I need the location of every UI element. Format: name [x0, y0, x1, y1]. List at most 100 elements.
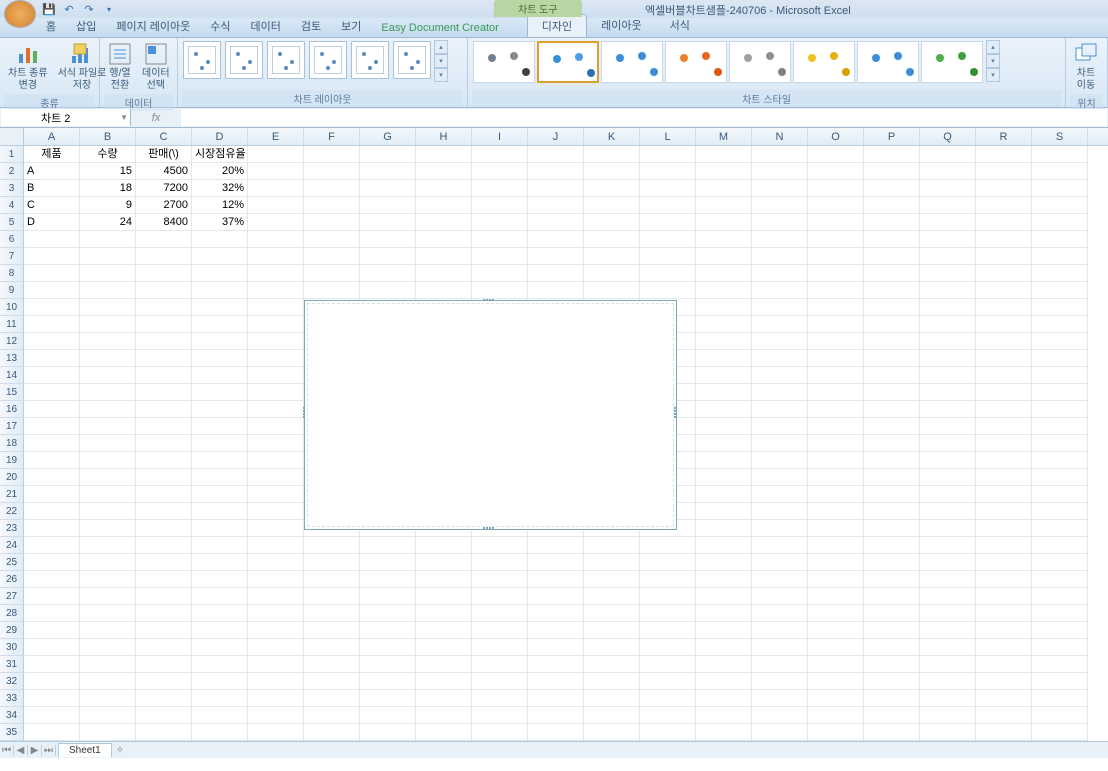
cell[interactable] [864, 622, 920, 639]
cell[interactable] [528, 656, 584, 673]
cell[interactable] [808, 486, 864, 503]
cell[interactable] [976, 554, 1032, 571]
cell[interactable] [304, 163, 360, 180]
cell[interactable] [136, 350, 192, 367]
cell[interactable] [920, 673, 976, 690]
cell[interactable] [1032, 435, 1088, 452]
cell[interactable] [192, 503, 248, 520]
cell[interactable] [752, 503, 808, 520]
cell[interactable] [416, 197, 472, 214]
cell[interactable] [80, 265, 136, 282]
cell[interactable] [304, 673, 360, 690]
cell[interactable] [192, 690, 248, 707]
cell[interactable] [1032, 469, 1088, 486]
cell[interactable] [752, 554, 808, 571]
cell[interactable] [24, 503, 80, 520]
cell[interactable] [80, 724, 136, 741]
cell[interactable] [416, 571, 472, 588]
cell[interactable] [696, 452, 752, 469]
cell[interactable] [416, 639, 472, 656]
cell[interactable] [528, 605, 584, 622]
cell[interactable] [80, 299, 136, 316]
cell[interactable] [1032, 146, 1088, 163]
cell[interactable] [528, 231, 584, 248]
cell[interactable] [360, 588, 416, 605]
cell[interactable] [24, 486, 80, 503]
cell[interactable] [136, 401, 192, 418]
cell[interactable] [136, 673, 192, 690]
cell[interactable]: 수량 [80, 146, 136, 163]
cell[interactable] [528, 554, 584, 571]
cell[interactable] [360, 214, 416, 231]
cell[interactable] [24, 282, 80, 299]
cell[interactable] [864, 469, 920, 486]
cell[interactable] [248, 418, 304, 435]
cell[interactable] [136, 418, 192, 435]
cell[interactable] [584, 639, 640, 656]
cell[interactable] [192, 282, 248, 299]
fx-icon[interactable]: fx [152, 112, 161, 124]
cell[interactable] [864, 554, 920, 571]
cell[interactable] [976, 605, 1032, 622]
cell[interactable] [752, 588, 808, 605]
cell[interactable] [920, 401, 976, 418]
cell[interactable] [696, 350, 752, 367]
cell[interactable] [528, 180, 584, 197]
cell[interactable] [80, 367, 136, 384]
cell[interactable] [304, 180, 360, 197]
cell[interactable] [136, 656, 192, 673]
cell[interactable] [584, 146, 640, 163]
sheet-nav-prev[interactable]: ◀ [14, 745, 28, 756]
cell[interactable] [248, 333, 304, 350]
cell[interactable] [808, 401, 864, 418]
row-header[interactable]: 8 [0, 265, 24, 282]
cell[interactable] [360, 180, 416, 197]
style-scroll-up[interactable]: ▴ [986, 40, 1000, 54]
cell[interactable] [696, 486, 752, 503]
cell[interactable] [416, 656, 472, 673]
row-header[interactable]: 30 [0, 639, 24, 656]
cell[interactable] [752, 333, 808, 350]
cell[interactable] [80, 588, 136, 605]
cell[interactable] [808, 367, 864, 384]
cell[interactable]: D [24, 214, 80, 231]
row-header[interactable]: 15 [0, 384, 24, 401]
cell[interactable] [584, 214, 640, 231]
cell[interactable] [864, 605, 920, 622]
cell[interactable] [24, 656, 80, 673]
cell[interactable] [192, 452, 248, 469]
cell[interactable] [808, 673, 864, 690]
cell[interactable] [752, 571, 808, 588]
layout-scroll-up[interactable]: ▴ [434, 40, 448, 54]
sheet-nav-last[interactable]: ⏭ [42, 745, 56, 756]
chart-style-thumb[interactable] [793, 41, 855, 83]
cell[interactable] [136, 724, 192, 741]
column-header[interactable]: F [304, 128, 360, 145]
cell[interactable] [1032, 384, 1088, 401]
cell[interactable] [136, 622, 192, 639]
cell[interactable] [864, 418, 920, 435]
cell[interactable] [864, 248, 920, 265]
row-header[interactable]: 19 [0, 452, 24, 469]
cell[interactable] [1032, 656, 1088, 673]
cell[interactable] [696, 537, 752, 554]
cell[interactable] [472, 197, 528, 214]
cell[interactable] [304, 248, 360, 265]
column-header[interactable]: M [696, 128, 752, 145]
cell[interactable] [360, 656, 416, 673]
row-header[interactable]: 29 [0, 622, 24, 639]
cell[interactable] [1032, 588, 1088, 605]
cell[interactable] [976, 350, 1032, 367]
cell[interactable] [24, 248, 80, 265]
sheet-tab-sheet1[interactable]: Sheet1 [58, 743, 112, 757]
cell[interactable] [584, 571, 640, 588]
chart-style-thumb[interactable] [665, 41, 727, 83]
row-header[interactable]: 34 [0, 707, 24, 724]
cell[interactable] [752, 537, 808, 554]
cell[interactable] [696, 622, 752, 639]
cell[interactable] [976, 724, 1032, 741]
cell[interactable] [528, 537, 584, 554]
cell[interactable] [752, 350, 808, 367]
cell[interactable] [24, 299, 80, 316]
cell[interactable] [192, 622, 248, 639]
